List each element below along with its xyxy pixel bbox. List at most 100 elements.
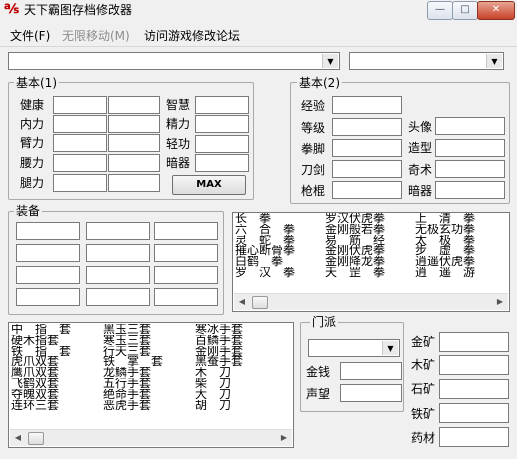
- gold-ore-field[interactable]: [439, 332, 509, 352]
- iron-ore-field[interactable]: [439, 403, 509, 423]
- leg-strength-max-field[interactable]: [108, 174, 160, 192]
- minimize-button[interactable]: —: [427, 1, 453, 20]
- waist-strength-field[interactable]: [53, 154, 107, 172]
- scroll-right-icon[interactable]: ▶: [276, 430, 292, 446]
- items-listbox[interactable]: 中 指 套 硬木指套 铁 指 套 虎爪双套 鹰爪双套 飞鹤双套 夺魄双套 连环三…: [8, 322, 294, 448]
- hidden-weapon-field[interactable]: [195, 154, 249, 172]
- appearance-field[interactable]: [435, 139, 505, 157]
- list-item[interactable]: 易 筋 经: [325, 235, 385, 246]
- list-item[interactable]: 逍遥伏虎拳: [415, 256, 475, 267]
- arm-strength-field[interactable]: [53, 134, 107, 152]
- list-item[interactable]: 绝命手套: [103, 389, 163, 400]
- equip-slot-11[interactable]: [86, 288, 150, 306]
- staff-skill-field[interactable]: [332, 181, 402, 199]
- menu-visit-forum[interactable]: 访问游戏修改论坛: [144, 27, 240, 44]
- wisdom-field[interactable]: [195, 96, 249, 114]
- health-current-field[interactable]: [53, 96, 107, 114]
- sword-skill-field[interactable]: [332, 160, 402, 178]
- list-item[interactable]: 逍 遥 游: [415, 267, 475, 278]
- list-item[interactable]: 鹰爪双套: [11, 367, 71, 378]
- list-item[interactable]: 龙鳞手套: [103, 367, 163, 378]
- list-item[interactable]: 金刚手套: [195, 346, 243, 357]
- close-button[interactable]: ✕: [477, 1, 515, 20]
- list-item[interactable]: 五行手套: [103, 378, 163, 389]
- equip-slot-1[interactable]: [16, 222, 80, 240]
- list-item[interactable]: 飞鹤双套: [11, 378, 71, 389]
- list-item[interactable]: 胡 刀: [195, 400, 243, 411]
- scrollbar-thumb[interactable]: [28, 432, 44, 445]
- equip-slot-10[interactable]: [16, 288, 80, 306]
- inner-power-current-field[interactable]: [53, 115, 107, 133]
- herbs-field[interactable]: [439, 427, 509, 447]
- energy-field[interactable]: [195, 115, 249, 133]
- list-item[interactable]: 虎爪双套: [11, 356, 71, 367]
- stone-ore-field[interactable]: [439, 379, 509, 399]
- wood-ore-field[interactable]: [439, 355, 509, 375]
- list-item[interactable]: 黑蚕手套: [195, 356, 243, 367]
- list-item[interactable]: 长 拳: [235, 213, 295, 224]
- list-item[interactable]: 连环三套: [11, 400, 71, 411]
- fame-field[interactable]: [340, 384, 402, 402]
- items-horizontal-scrollbar[interactable]: ◀ ▶: [10, 429, 292, 446]
- list-item[interactable]: 大 刀: [195, 389, 243, 400]
- scroll-right-icon[interactable]: ▶: [492, 294, 508, 310]
- equip-slot-12[interactable]: [154, 288, 218, 306]
- equip-slot-2[interactable]: [86, 222, 150, 240]
- list-item[interactable]: 寒冰手套: [195, 324, 243, 335]
- list-item[interactable]: 恶虎手套: [103, 400, 163, 411]
- list-item[interactable]: 六 合 拳: [235, 224, 295, 235]
- equip-slot-9[interactable]: [154, 266, 218, 284]
- list-item[interactable]: 罗汉伏虎拳: [325, 213, 385, 224]
- list-item[interactable]: 金刚降龙拳: [325, 256, 385, 267]
- list-item[interactable]: 铁 指 套: [11, 346, 71, 357]
- list-item[interactable]: 寒玉三套: [103, 335, 163, 346]
- magic-field[interactable]: [435, 160, 505, 178]
- leg-strength-field[interactable]: [53, 174, 107, 192]
- hidden-weapon-2-field[interactable]: [435, 181, 505, 199]
- save-file-select[interactable]: ▼: [8, 52, 340, 70]
- list-item[interactable]: 摧心断骨拳: [235, 245, 295, 256]
- equip-slot-7[interactable]: [16, 266, 80, 284]
- faction-select[interactable]: ▼: [308, 339, 400, 357]
- menu-infinite-move[interactable]: 无限移动(M): [62, 27, 130, 44]
- skills-horizontal-scrollbar[interactable]: ◀ ▶: [234, 293, 508, 310]
- experience-field[interactable]: [332, 96, 402, 114]
- list-item[interactable]: 白鹤 拳: [235, 256, 295, 267]
- waist-strength-max-field[interactable]: [108, 154, 160, 172]
- list-item[interactable]: 木 刀: [195, 367, 243, 378]
- arm-strength-max-field[interactable]: [108, 134, 160, 152]
- avatar-field[interactable]: [435, 117, 505, 135]
- list-item[interactable]: 黑玉三套: [103, 324, 163, 335]
- list-item[interactable]: 金刚般若拳: [325, 224, 385, 235]
- list-item[interactable]: 上 清 拳: [415, 213, 475, 224]
- list-item[interactable]: 柴 刀: [195, 378, 243, 389]
- list-item[interactable]: 步 虚 拳: [415, 245, 475, 256]
- character-select[interactable]: ▼: [349, 52, 504, 70]
- equip-slot-6[interactable]: [154, 244, 218, 262]
- list-item[interactable]: 百鳞手套: [195, 335, 243, 346]
- list-item[interactable]: 中 指 套: [11, 324, 71, 335]
- level-field[interactable]: [332, 118, 402, 136]
- maximize-button[interactable]: □: [452, 1, 478, 20]
- fist-skill-field[interactable]: [332, 139, 402, 157]
- max-button[interactable]: MAX: [172, 175, 246, 195]
- list-item[interactable]: 行天三套: [103, 346, 163, 357]
- scrollbar-thumb[interactable]: [252, 296, 268, 309]
- health-max-field[interactable]: [108, 96, 160, 114]
- list-item[interactable]: 夺魄双套: [11, 389, 71, 400]
- list-item[interactable]: 太 极 拳: [415, 235, 475, 246]
- list-item[interactable]: 铁 掌 套: [103, 356, 163, 367]
- inner-power-max-field[interactable]: [108, 115, 160, 133]
- equip-slot-8[interactable]: [86, 266, 150, 284]
- list-item[interactable]: 金刚伏虎拳: [325, 245, 385, 256]
- equip-slot-4[interactable]: [16, 244, 80, 262]
- menu-file[interactable]: 文件(F): [10, 27, 50, 44]
- scroll-left-icon[interactable]: ◀: [10, 430, 26, 446]
- lightness-field[interactable]: [195, 135, 249, 153]
- equip-slot-3[interactable]: [154, 222, 218, 240]
- money-field[interactable]: [340, 362, 402, 380]
- list-item[interactable]: 罗 汉 拳: [235, 267, 295, 278]
- list-item[interactable]: 硬木指套: [11, 335, 71, 346]
- list-item[interactable]: 天 罡 拳: [325, 267, 385, 278]
- equip-slot-5[interactable]: [86, 244, 150, 262]
